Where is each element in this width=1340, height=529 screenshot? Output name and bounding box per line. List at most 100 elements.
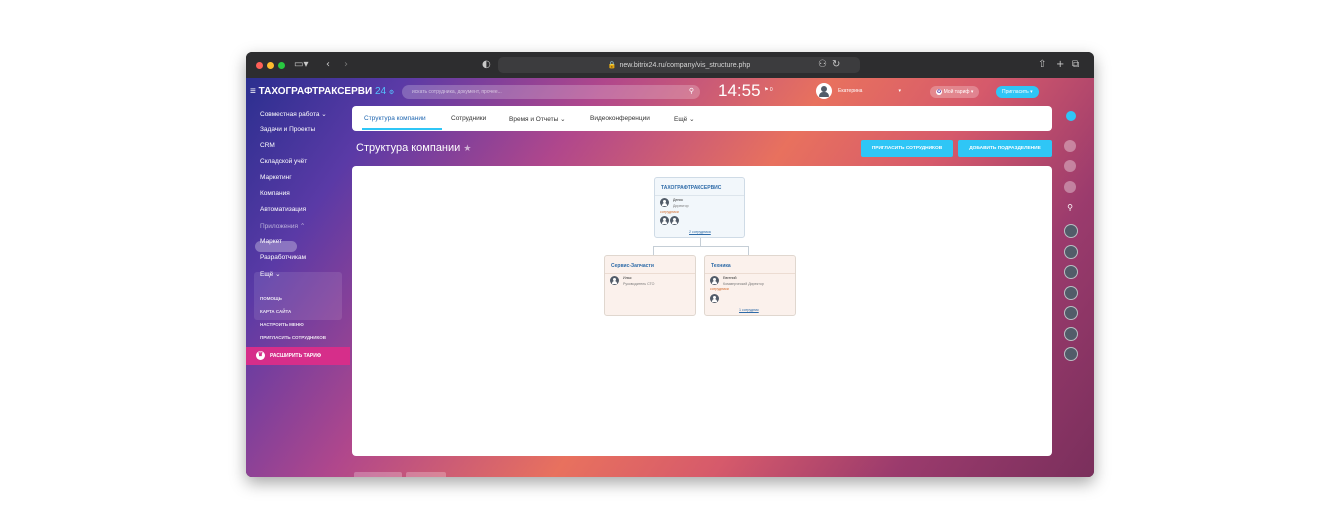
contact-avatar-icon[interactable] — [1064, 265, 1078, 279]
forward-icon[interactable]: › — [344, 59, 348, 71]
minimize-window-button[interactable] — [267, 62, 274, 69]
notifications-icon[interactable] — [1064, 140, 1076, 152]
active-tab-underline — [362, 128, 442, 130]
sidebar-link-invite[interactable]: ПРИГЛАСИТЬ СОТРУДНИКОВ — [260, 335, 326, 340]
tab-more[interactable]: Ещё ⌄ — [674, 115, 695, 123]
tab-employees[interactable]: Сотрудники — [451, 115, 486, 122]
workday-flag[interactable]: ⚑ 0 — [764, 87, 773, 93]
sidebar-item-company[interactable]: Компания — [260, 190, 290, 197]
sidebar-item-more[interactable]: Ещё ⌄ — [260, 270, 281, 278]
top-header: ≡ ТАХОГРАФТРАКСЕРВИ 24 ⚙ искать сотрудни… — [246, 78, 1094, 106]
connector-line — [700, 238, 701, 246]
address-bar[interactable]: 🔒 new.bitrix24.ru/company/vis_structure.… — [498, 57, 860, 73]
user-avatar — [816, 83, 832, 99]
head-name[interactable]: Илья — [623, 276, 632, 280]
invite-button[interactable]: Пригласить ▾ — [996, 86, 1039, 98]
reload-icon[interactable]: ↻ — [832, 59, 840, 71]
head-name[interactable]: Денис — [673, 198, 683, 202]
sidebar-item-inventory[interactable]: Складской учёт — [260, 158, 307, 165]
expand-tariff-button[interactable]: ♛ РАСШИРИТЬ ТАРИФ — [246, 347, 350, 365]
sidebar-item-automation[interactable]: Автоматизация — [260, 206, 306, 213]
connector-line — [653, 246, 748, 247]
tabs-overview-icon[interactable]: ⧉ — [1072, 59, 1079, 71]
department-name[interactable]: Техника — [711, 263, 731, 269]
connector-line — [653, 246, 654, 255]
share-icon[interactable]: ⇧ — [1038, 59, 1046, 71]
employee-avatar-icon[interactable] — [670, 216, 679, 225]
structure-canvas: ТАХОГРАФТРАКСЕРВИС Денис Директор сотруд… — [352, 166, 1052, 456]
search-placeholder: искать сотрудника, документ, прочее... — [412, 89, 502, 95]
card-divider — [655, 195, 744, 196]
head-avatar-icon[interactable] — [660, 198, 669, 207]
sidebar-toggle-icon[interactable]: ▭▾ — [294, 59, 308, 71]
contact-avatar-icon[interactable] — [1064, 245, 1078, 259]
search-icon[interactable]: ⚲ — [1064, 203, 1076, 215]
sidebar-item-tasks[interactable]: Задачи и Проекты — [260, 126, 315, 133]
sidebar-item-collaboration[interactable]: Совместная работа ⌄ — [260, 110, 327, 118]
sidebar-link-configure-menu[interactable]: НАСТРОИТЬ МЕНЮ — [260, 322, 304, 327]
head-avatar-icon[interactable] — [710, 276, 719, 285]
sidebar-item-marketing[interactable]: Маркетинг — [260, 174, 292, 181]
sidebar-item-crm[interactable]: CRM — [260, 142, 275, 149]
company-logo[interactable]: ≡ ТАХОГРАФТРАКСЕРВИ 24 ⚙ — [250, 86, 394, 97]
my-tariff-button[interactable]: ✪ Мой тариф ▾ — [930, 86, 980, 98]
department-name[interactable]: Сервис-Запчасти — [611, 263, 654, 269]
contact-avatar-icon[interactable] — [1064, 286, 1078, 300]
clock[interactable]: 14:55 — [718, 81, 761, 101]
sidebar-item-developers[interactable]: Разработчикам — [260, 254, 306, 261]
user-menu[interactable]: Екатерина ▾ — [816, 83, 901, 99]
new-tab-icon[interactable]: + — [1056, 59, 1064, 71]
employee-count-link[interactable]: 2 сотрудника — [689, 230, 711, 234]
back-icon[interactable]: ‹ — [326, 59, 330, 71]
add-department-button[interactable]: ДОБАВИТЬ ПОДРАЗДЕЛЕНИЕ — [958, 140, 1052, 157]
employee-avatar-icon[interactable] — [710, 294, 719, 303]
employees-label: сотрудники — [710, 287, 729, 291]
card-divider — [605, 273, 695, 274]
page-title-text: Структура компании — [356, 142, 461, 154]
department-card[interactable]: Сервис-Запчасти Илья Руководитель СТО — [604, 255, 696, 316]
contact-avatar-icon[interactable] — [1064, 224, 1078, 238]
favorite-star-icon[interactable]: ★ — [463, 143, 471, 153]
department-card-root[interactable]: ТАХОГРАФТРАКСЕРВИС Денис Директор сотруд… — [654, 177, 745, 238]
sidebar-item-market[interactable]: Маркет — [260, 238, 282, 245]
search-input[interactable]: искать сотрудника, документ, прочее... ⚲ — [402, 85, 700, 99]
timeline-icon[interactable] — [1064, 181, 1076, 193]
contact-avatar-icon[interactable] — [1064, 327, 1078, 341]
crown-icon: ♛ — [256, 351, 265, 360]
bottom-button-stub[interactable] — [354, 472, 402, 477]
department-name[interactable]: ТАХОГРАФТРАКСЕРВИС — [661, 185, 721, 191]
tabs-bar: Структура компании Сотрудники Время и От… — [352, 106, 1052, 131]
bitrix-app: ≡ ТАХОГРАФТРАКСЕРВИ 24 ⚙ искать сотрудни… — [246, 78, 1094, 477]
menu-icon[interactable]: ≡ — [250, 86, 259, 97]
translate-icon[interactable]: ⚇ — [818, 59, 827, 71]
employee-avatar-icon[interactable] — [660, 216, 669, 225]
bottom-button-stub[interactable] — [406, 472, 446, 477]
company-name: ТАХОГРАФТРАКСЕРВИ — [258, 86, 373, 97]
head-role: Коммерческий Директор — [723, 282, 764, 286]
department-card[interactable]: Техника Евгений Коммерческий Директор со… — [704, 255, 796, 316]
expand-tariff-label: РАСШИРИТЬ ТАРИФ — [270, 353, 322, 359]
bell-icon[interactable] — [1064, 160, 1076, 172]
tariff-icon: ✪ — [936, 89, 943, 95]
close-window-button[interactable] — [256, 62, 263, 69]
employee-count-link[interactable]: 1 сотрудник — [739, 308, 759, 312]
head-avatar-icon[interactable] — [610, 276, 619, 285]
card-divider — [705, 273, 795, 274]
contact-avatar-icon[interactable] — [1064, 347, 1078, 361]
sidebar-link-help[interactable]: ПОМОЩЬ — [260, 296, 282, 301]
search-icon[interactable]: ⚲ — [689, 85, 694, 99]
head-name[interactable]: Евгений — [723, 276, 737, 280]
tab-video-conferences[interactable]: Видеоконференции — [590, 115, 650, 122]
help-icon[interactable] — [1066, 111, 1076, 121]
invite-label: Пригласить — [1002, 89, 1029, 95]
settings-mini-icon[interactable]: ⚙ — [389, 90, 394, 96]
maximize-window-button[interactable] — [278, 62, 285, 69]
contact-avatar-icon[interactable] — [1064, 306, 1078, 320]
privacy-shield-icon[interactable]: ◐ — [482, 59, 491, 71]
tab-company-structure[interactable]: Структура компании — [364, 115, 426, 122]
sidebar-item-apps[interactable]: Приложения ⌃ — [260, 222, 305, 230]
sidebar-link-sitemap[interactable]: КАРТА САЙТА — [260, 309, 291, 314]
tab-time-reports[interactable]: Время и Отчеты ⌄ — [509, 115, 566, 123]
right-panel: ⚲ — [1058, 106, 1088, 477]
invite-employees-button[interactable]: ПРИГЛАСИТЬ СОТРУДНИКОВ — [861, 140, 953, 157]
